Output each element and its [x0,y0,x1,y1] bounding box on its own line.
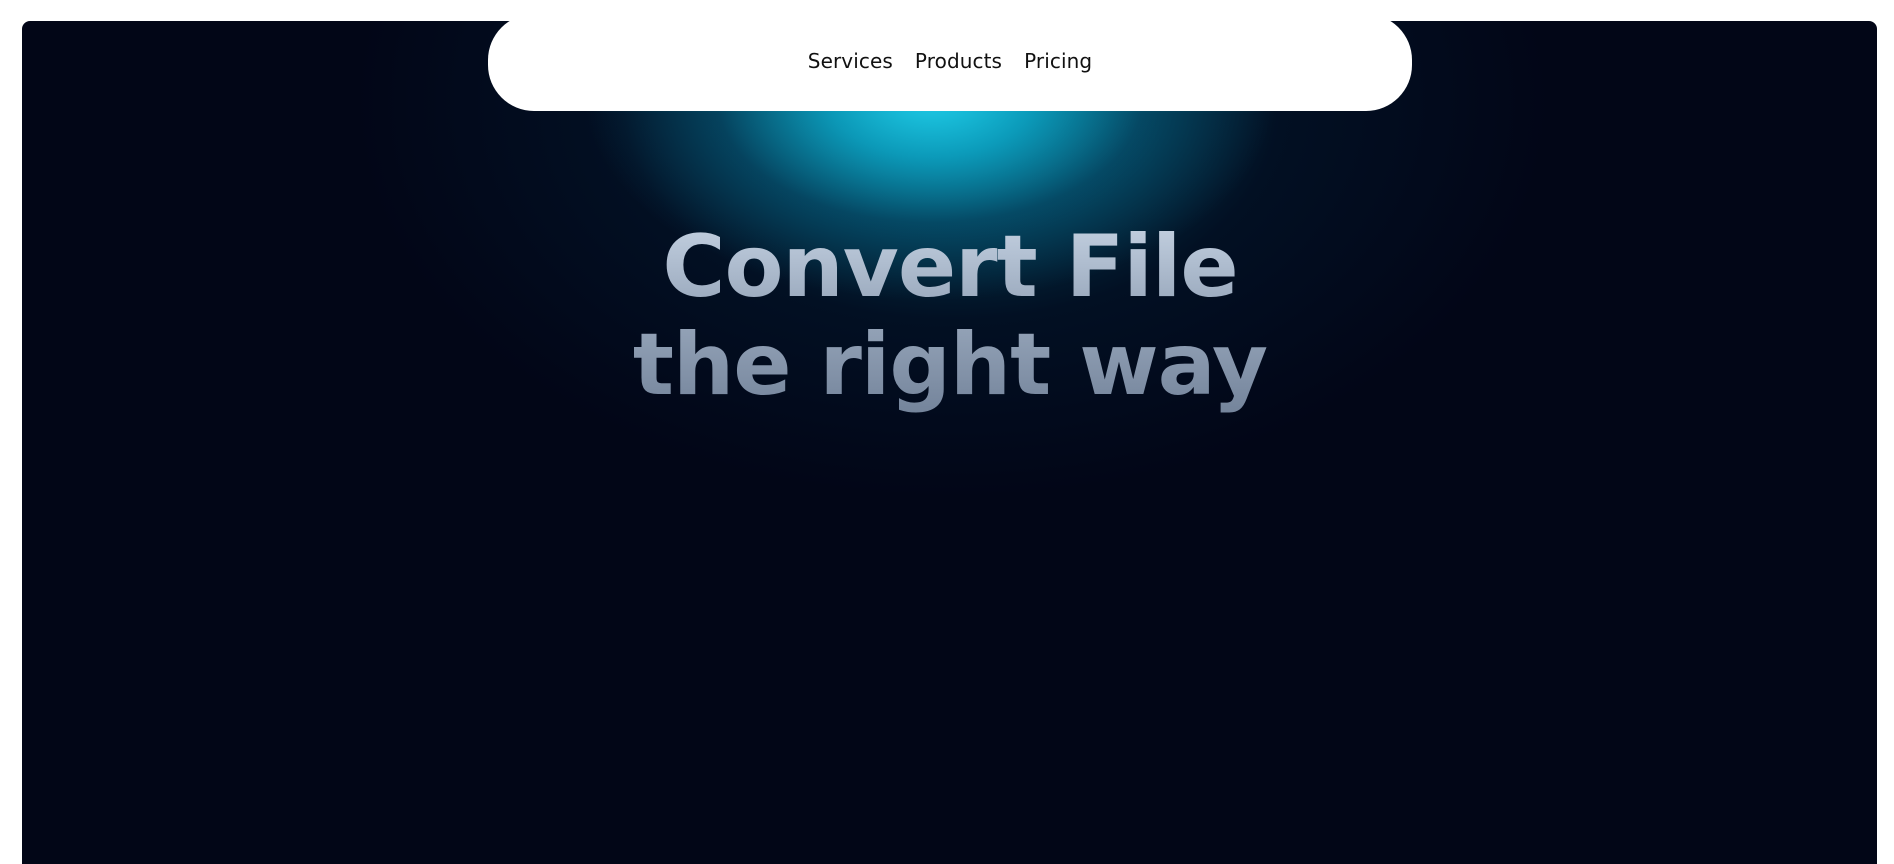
nav-item-products[interactable]: Products [915,49,1002,73]
headline-line-2: the right way [632,315,1268,415]
nav-item-pricing[interactable]: Pricing [1024,49,1092,73]
navbar: Services Products Pricing [488,14,1412,111]
hero-section [22,21,1877,864]
hero-headline: Convert File the right way [0,218,1894,414]
nav-item-services[interactable]: Services [808,49,893,73]
headline-line-1: Convert File [662,217,1238,317]
